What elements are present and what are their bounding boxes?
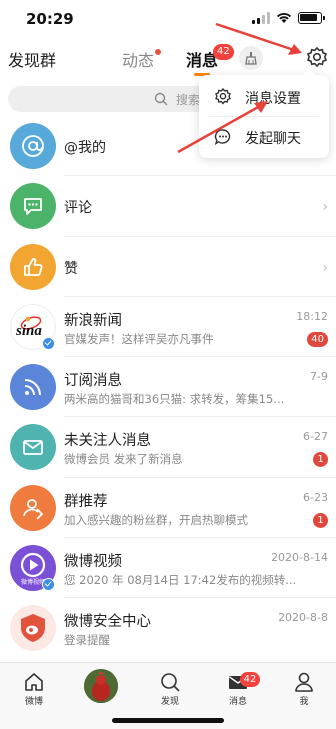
item-time: 2020-8-8 <box>278 611 328 625</box>
unread-count-badge: 1 <box>313 512 328 528</box>
item-time: 6-27 <box>303 430 328 444</box>
settings-popup-menu: 消息设置 发起聊天 <box>199 69 329 158</box>
comment-icon <box>24 198 42 216</box>
item-preview: 加入感兴趣的粉丝群，开启热聊模式 <box>64 512 248 527</box>
unread-count-badge: 40 <box>307 331 328 347</box>
person-icon <box>295 672 313 692</box>
shield-icon <box>21 614 45 643</box>
item-title: 评论 <box>64 200 92 217</box>
tab-messages-badge: 42 <box>240 672 260 687</box>
list-item-weibo-video[interactable]: 微博视频 微博视频 您 2020 年 08月14日 17:42发布的视频转...… <box>0 538 336 599</box>
likes-avatar <box>10 243 56 290</box>
unread-count-badge: 1 <box>313 452 328 468</box>
stranger-messages-avatar <box>10 424 56 471</box>
clear-unread-button[interactable] <box>239 46 263 70</box>
item-preview: 您 2020 年 08月14日 17:42发布的视频转... <box>64 573 297 588</box>
home-indicator <box>112 718 224 723</box>
item-preview: 登录提醒 <box>64 633 110 648</box>
menu-item-message-settings[interactable]: 消息设置 <box>199 77 329 117</box>
menu-item-start-chat[interactable]: 发起聊天 <box>199 117 329 157</box>
top-nav: 发现群 动态 消息 42 <box>0 40 336 78</box>
tab-label: 发现 <box>160 697 179 707</box>
message-list: @我的 › 评论 › 赞 › <box>0 116 336 659</box>
verified-badge-icon <box>42 578 55 592</box>
rss-icon <box>24 379 41 396</box>
item-time: 18:12 <box>296 309 328 323</box>
battery-icon <box>298 12 325 24</box>
home-icon <box>25 673 43 691</box>
security-center-avatar <box>10 605 56 652</box>
unread-dot <box>155 49 161 55</box>
item-title: 未关注人消息 <box>64 433 151 450</box>
item-preview: 官媒发声！这样评吴亦凡事件 <box>64 331 214 346</box>
list-item-likes[interactable]: 赞 › <box>0 237 336 297</box>
avatar <box>84 669 118 703</box>
gear-icon <box>215 87 231 105</box>
list-item-stranger-messages[interactable]: 未关注人消息 微博会员 发来了新消息 6-27 1 <box>0 417 336 478</box>
search-icon <box>161 673 180 692</box>
wifi-icon <box>277 12 291 23</box>
tab-home[interactable]: 微博 <box>4 671 64 707</box>
item-title: 微博安全中心 <box>64 614 151 631</box>
chevron-right-icon: › <box>322 259 328 276</box>
tab-label: 我 <box>299 697 309 707</box>
list-item-subscriptions[interactable]: 订阅消息 两米高的猫哥和36只猫: 求转发，筹集15... 7-9 <box>0 357 336 418</box>
item-title: 新浪新闻 <box>64 312 122 329</box>
group-recommend-avatar <box>10 484 56 531</box>
item-preview: 微博会员 发来了新消息 <box>64 452 183 467</box>
tab-me[interactable]: 我 <box>274 671 334 707</box>
tab-discover[interactable]: 发现 <box>140 671 200 707</box>
item-preview: 两米高的猫哥和36只猫: 求转发，筹集15... <box>64 392 285 407</box>
item-title: 赞 <box>64 260 78 277</box>
item-time: 6-23 <box>303 490 328 504</box>
profile-avatar[interactable] <box>84 669 118 703</box>
thumbs-up-icon <box>24 257 43 276</box>
list-item-group-recommend[interactable]: 群推荐 加入感兴趣的粉丝群，开启热聊模式 6-23 1 <box>0 478 336 539</box>
item-time: 2020-8-14 <box>271 551 328 565</box>
item-title: 群推荐 <box>64 493 108 510</box>
messages-count-badge: 42 <box>213 44 234 60</box>
chat-bubble-icon <box>214 129 231 146</box>
tab-label: 消息 <box>228 697 247 707</box>
mail-icon <box>23 440 43 456</box>
broom-icon <box>245 52 257 65</box>
mentions-avatar <box>10 123 56 169</box>
chevron-right-icon: › <box>322 199 328 216</box>
item-title: 微博视频 <box>64 554 122 571</box>
list-item-sina-news[interactable]: sina 新浪新闻 官媒发声！这样评吴亦凡事件 18:12 40 <box>0 297 336 358</box>
item-title: 订阅消息 <box>64 373 122 390</box>
list-item-comments[interactable]: 评论 › <box>0 176 336 237</box>
item-title: @我的 <box>64 140 106 156</box>
verified-badge-icon <box>42 336 55 350</box>
list-item-security-center[interactable]: 微博安全中心 登录提醒 2020-8-8 <box>0 598 336 658</box>
cellular-signal-icon <box>252 12 270 24</box>
gear-icon <box>306 46 328 68</box>
at-icon <box>22 135 44 157</box>
item-time: 7-9 <box>310 370 328 384</box>
svg-text:sina: sina <box>15 323 42 339</box>
search-icon <box>154 92 168 106</box>
group-icon <box>23 498 44 520</box>
status-bar: 20:29 <box>0 0 336 40</box>
tab-dynamic[interactable]: 动态 <box>122 47 154 71</box>
status-time: 20:29 <box>26 10 74 28</box>
subscriptions-avatar <box>10 364 56 411</box>
tab-label: 微博 <box>24 697 43 707</box>
menu-item-label: 发起聊天 <box>245 131 301 147</box>
menu-item-label: 消息设置 <box>245 91 301 107</box>
search-placeholder: 搜索 <box>176 93 201 107</box>
discover-groups-link[interactable]: 发现群 <box>8 47 56 71</box>
settings-gear-button[interactable] <box>304 45 330 71</box>
comments-avatar <box>10 183 56 230</box>
